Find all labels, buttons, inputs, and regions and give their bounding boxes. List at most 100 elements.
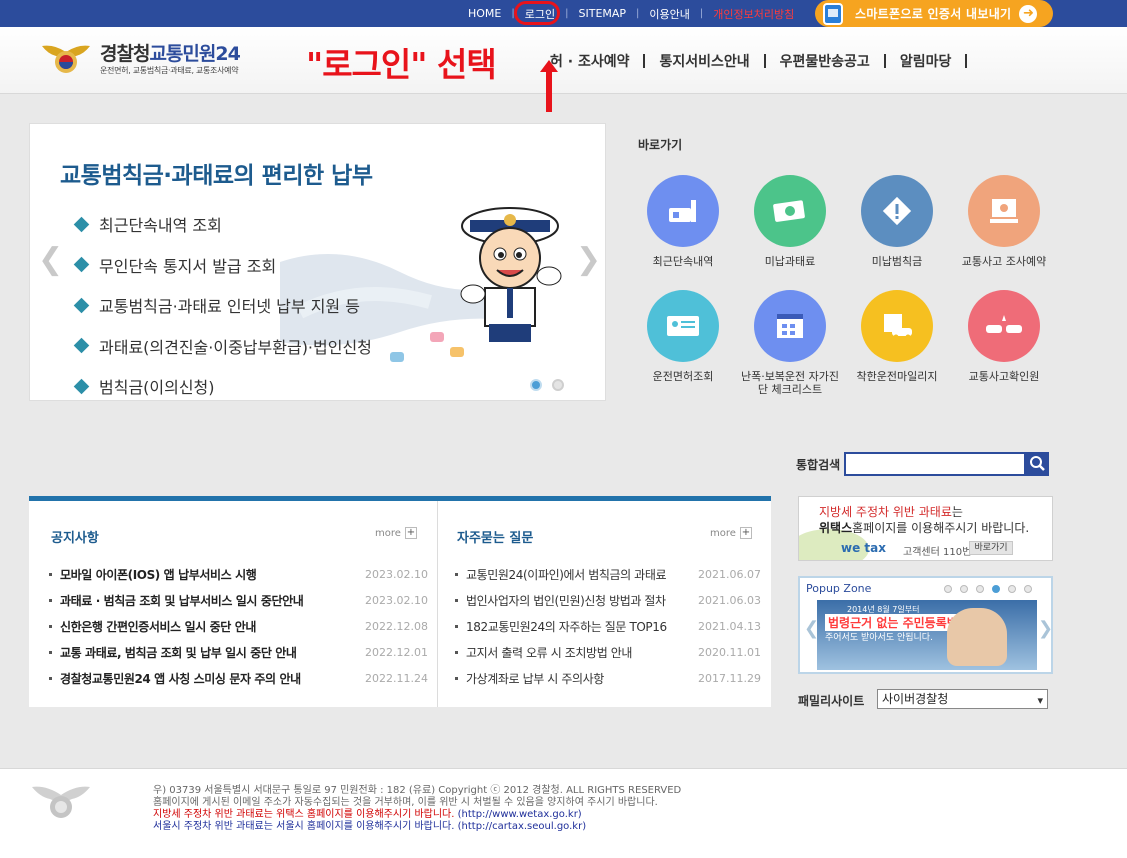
wetax-banner[interactable]: 지방세 주정차 위반 과태료는 위택스홈페이지를 이용해주시기 바랍니다. we…: [798, 496, 1053, 561]
plus-icon: +: [739, 527, 752, 539]
search-label: 통합검색: [796, 458, 841, 472]
board-panel: 공지사항 more + 모바일 아이폰(IOS) 앱 납부서비스 시행 2023.0…: [29, 496, 771, 707]
list-item: 무인단속 통지서 발급 조회: [73, 245, 372, 286]
slider-dot-1[interactable]: [530, 379, 542, 391]
police-officer-mascot-icon: [460, 207, 562, 342]
footer-address: 우) 03739 서울특별시 서대문구 통일로 97 민원전화 : 182 (유…: [153, 785, 682, 796]
popup-zone-title: Popup Zone: [806, 582, 872, 595]
footer-police-emblem-icon: [32, 786, 90, 818]
export-certificate-button[interactable]: 스마트폰으로 인증서 내보내기 ➜: [815, 0, 1053, 27]
crash-icon: [968, 290, 1040, 362]
home-link[interactable]: HOME: [458, 7, 511, 20]
sitemap-link[interactable]: SITEMAP: [569, 7, 637, 20]
slider-next-icon[interactable]: ❯: [576, 242, 601, 277]
search-button[interactable]: [1026, 452, 1049, 476]
camera-icon: [647, 175, 719, 247]
popup-pagination: [944, 585, 1040, 593]
table-row[interactable]: 과태료 · 범칙금 조회 및 납부서비스 일시 중단안내 2023.02.10: [49, 587, 428, 613]
slider-dot-2[interactable]: [552, 379, 564, 391]
popup-dot-1[interactable]: [944, 585, 952, 593]
site-footer: 우) 03739 서울특별시 서대문구 통일로 97 민원전화 : 182 (유…: [0, 768, 1127, 858]
quick-recent-enforcement[interactable]: 최근단속내역: [629, 175, 737, 268]
family-site-select[interactable]: 사이버경찰청 ▾: [877, 689, 1048, 709]
quick-accident-certificate[interactable]: 교통사고확인원: [950, 290, 1058, 383]
faq-title[interactable]: 자주묻는 질문: [457, 527, 533, 546]
top-utility-bar: HOME | 로그인 | SITEMAP | 이용안내 | 개인정보처리방침 스…: [0, 0, 1127, 27]
family-site-label: 패밀리사이트: [798, 694, 865, 708]
table-row[interactable]: 고지서 출력 오류 시 조치방법 안내 2020.11.01: [455, 639, 761, 665]
top-links: HOME | 로그인 | SITEMAP | 이용안내 | 개인정보처리방침: [458, 0, 804, 27]
footer-info: 우) 03739 서울특별시 서대문구 통일로 97 민원전화 : 182 (유…: [153, 785, 682, 832]
wetax-url-link[interactable]: (http://www.wetax.go.kr): [458, 809, 582, 820]
license-icon: [647, 290, 719, 362]
diamond-bullet-icon: [73, 297, 90, 314]
popup-prev-icon[interactable]: ❮: [804, 618, 819, 639]
list-item: 범칙금(이의신청): [73, 366, 372, 400]
warning-icon: [861, 175, 933, 247]
popup-dot-3[interactable]: [976, 585, 984, 593]
wetax-logo: we tax: [841, 541, 886, 555]
mileage-icon: [861, 290, 933, 362]
nav-item-mail-return[interactable]: 우편물반송공고: [780, 51, 870, 71]
nav-item-announcements[interactable]: 알림마당: [900, 51, 952, 71]
table-row[interactable]: 교통 과태료, 범칙금 조회 및 납부 일시 중단 안내 2022.12.01: [49, 639, 428, 665]
faq-more-button[interactable]: more +: [710, 527, 752, 539]
quick-good-driving-mileage[interactable]: 착한운전마일리지: [843, 290, 951, 383]
table-row[interactable]: 경찰청교통민원24 앱 사칭 스미싱 문자 주의 안내 2022.11.24: [49, 665, 428, 691]
site-logo-title[interactable]: 경찰청교통민원24: [100, 39, 241, 66]
export-certificate-label: 스마트폰으로 인증서 내보내기: [855, 7, 1012, 21]
table-row[interactable]: 신한은행 간편인증서비스 일시 중단 안내 2022.12.08: [49, 613, 428, 639]
search-icon: [1030, 456, 1045, 471]
search-input[interactable]: [844, 452, 1026, 476]
table-row[interactable]: 가상계좌로 납부 시 주의사항 2017.11.29: [455, 665, 761, 691]
login-highlight-circle: [514, 1, 560, 25]
logo-subtitle: 운전면허, 교통범칙금·과태료, 교통조사예약: [100, 66, 239, 75]
popup-dot-2[interactable]: [960, 585, 968, 593]
checklist-icon: [754, 290, 826, 362]
quick-unpaid-penalty[interactable]: 미납범칙금: [843, 175, 951, 268]
quick-unpaid-fine[interactable]: 미납과태료: [736, 175, 844, 268]
faq-board: 자주묻는 질문 more + 교통민원24(이파인)에서 범칙금의 과태료 2021…: [439, 501, 771, 707]
table-row[interactable]: 모바일 아이폰(IOS) 앱 납부서비스 시행 2023.02.10: [49, 561, 428, 587]
site-header: 경찰청교통민원24 운전면허, 교통범칙금·과태료, 교통조사예약 허 · 조사…: [0, 27, 1127, 112]
usage-guide-link[interactable]: 이용안내: [639, 6, 699, 22]
diamond-bullet-icon: [73, 256, 90, 273]
popup-zone: Popup Zone 2014년 8월 7일부터 법령근거 없는 주민등록번호 …: [798, 576, 1053, 674]
arrow-right-icon: ➜: [1019, 4, 1038, 23]
annotation-select-login: "로그인" 선택: [306, 45, 497, 84]
quick-reckless-driving-checklist[interactable]: 난폭·보복운전 자가진단 체크리스트: [736, 290, 844, 396]
notice-title[interactable]: 공지사항: [51, 527, 99, 546]
popup-dot-6[interactable]: [1024, 585, 1032, 593]
slider-pagination: [530, 379, 574, 391]
plus-icon: +: [404, 527, 417, 539]
list-item: 과태료(의견진술·이중납부환급)·법인신청: [73, 326, 372, 367]
privacy-policy-link[interactable]: 개인정보처리방침: [703, 6, 804, 22]
main-navigation: 허 · 조사예약 통지서비스안내 우편물반송공고 알림마당: [550, 51, 981, 71]
quick-license-inquiry[interactable]: 운전면허조회: [629, 290, 737, 383]
quick-accident-reservation[interactable]: 교통사고 조사예약: [950, 175, 1058, 268]
monitor-icon: [968, 175, 1040, 247]
slider-prev-icon[interactable]: ❮: [38, 242, 63, 277]
nav-item-notice-service[interactable]: 통지서비스안내: [659, 51, 749, 71]
wetax-call-center: 고객센터 110번: [903, 547, 972, 558]
stop-hand-icon: [947, 608, 1007, 666]
notice-more-button[interactable]: more +: [375, 527, 417, 539]
popup-next-icon[interactable]: ❯: [1038, 618, 1053, 639]
table-row[interactable]: 법인사업자의 법인(민원)신청 방법과 절차 2021.06.03: [455, 587, 761, 613]
table-row[interactable]: 교통민원24(이파인)에서 범칙금의 과태료 2021.06.07: [455, 561, 761, 587]
popup-banner-image[interactable]: 2014년 8월 7일부터 법령근거 없는 주민등록번호 주어서도 받아서도 안…: [817, 600, 1037, 670]
nav-item-reservation[interactable]: 허 · 조사예약: [550, 51, 629, 71]
diamond-bullet-icon: [73, 337, 90, 354]
money-icon: [754, 175, 826, 247]
diamond-bullet-icon: [73, 216, 90, 233]
banner-title: 교통범칙금·과태료의 편리한 납부: [60, 163, 373, 189]
quick-links-title: 바로가기: [638, 138, 683, 152]
main-banner-slider: 교통범칙금·과태료의 편리한 납부 최근단속내역 조회 무인단속 통지서 발급 …: [29, 123, 606, 401]
popup-dot-5[interactable]: [1008, 585, 1016, 593]
cartax-url-link[interactable]: (http://cartax.seoul.go.kr): [458, 821, 586, 832]
table-row[interactable]: 182교통민원24의 자주하는 질문 TOP16 2021.04.13: [455, 613, 761, 639]
police-emblem-icon[interactable]: [40, 40, 92, 76]
wetax-goto-button[interactable]: 바로가기: [969, 541, 1013, 555]
diamond-bullet-icon: [73, 378, 90, 395]
popup-dot-4[interactable]: [992, 585, 1000, 593]
